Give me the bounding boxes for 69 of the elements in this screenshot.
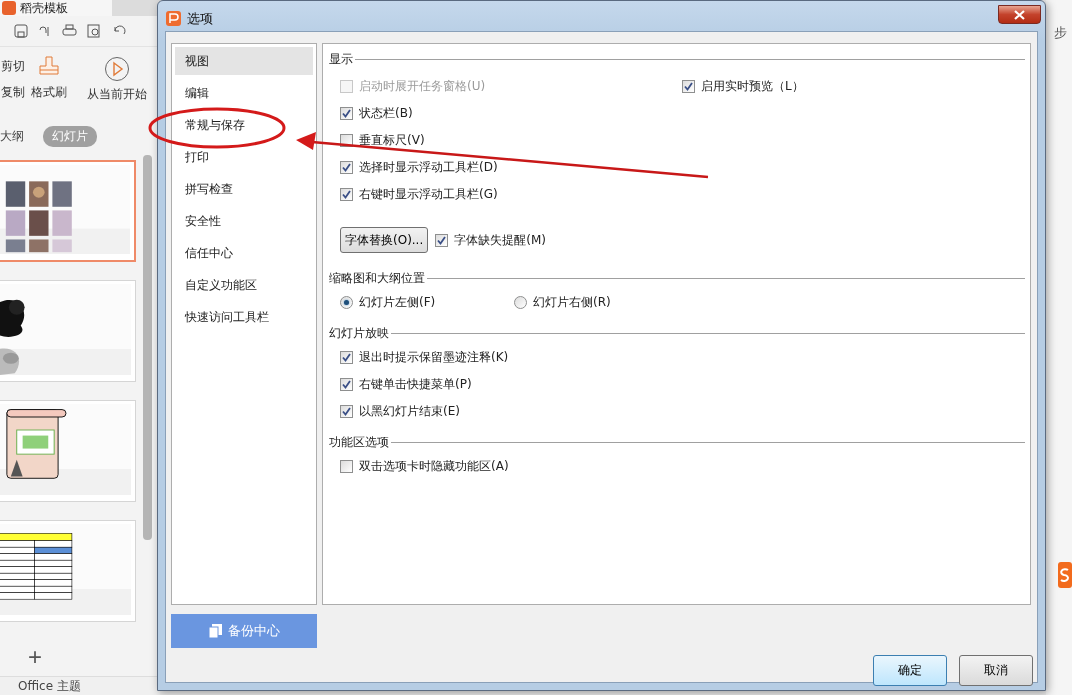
sidebar-item[interactable]: 自定义功能区 (175, 271, 313, 299)
app-logo-icon (166, 11, 181, 26)
ribbon-button[interactable]: 格式刷 (31, 56, 67, 101)
checkbox[interactable] (340, 378, 353, 391)
input-method-icon[interactable] (1058, 562, 1072, 588)
sidebar-item[interactable]: 安全性 (175, 207, 313, 235)
checkbox[interactable] (340, 161, 353, 174)
play-icon (104, 56, 130, 82)
ribbon-button[interactable]: 复制 (1, 84, 25, 101)
font-replace-button[interactable]: 字体替换(O)... (340, 227, 429, 253)
section-title: 功能区选项 (329, 433, 389, 451)
slide-thumbnail[interactable] (0, 160, 136, 262)
checkbox-label: 双击选项卡时隐藏功能区(A) (359, 458, 509, 475)
radio-button[interactable] (340, 296, 353, 309)
radio-label: 幻灯片右侧(R) (533, 294, 611, 311)
view-tab[interactable]: 大纲 (0, 126, 33, 147)
add-slide-button[interactable]: + (28, 644, 42, 670)
checkmark-icon (342, 163, 351, 172)
scrollbar[interactable] (143, 155, 152, 540)
checkbox-label: 选择时显示浮动工具栏(D) (359, 159, 498, 176)
app-logo-icon (2, 1, 16, 15)
checkmark-icon (342, 380, 351, 389)
radio-button[interactable] (514, 296, 527, 309)
checkbox[interactable] (682, 80, 695, 93)
checkbox-label: 状态栏(B) (359, 105, 413, 122)
checkbox-label: 退出时提示保留墨迹注释(K) (359, 349, 509, 366)
checkbox[interactable] (435, 233, 449, 247)
sidebar-item[interactable]: 拼写检查 (175, 175, 313, 203)
checkbox[interactable] (340, 107, 353, 120)
sidebar-item[interactable]: 快速访问工具栏 (175, 303, 313, 331)
checkbox-label: 字体缺失提醒(M) (454, 231, 546, 249)
dialog-button[interactable]: 确定 (873, 655, 947, 686)
preview-icon[interactable] (87, 24, 101, 38)
checkbox[interactable] (340, 405, 353, 418)
checkbox[interactable] (340, 188, 353, 201)
checkmark-icon (437, 235, 447, 245)
checkbox-label: 右键单击快捷菜单(P) (359, 376, 472, 393)
checkbox-label: 右键时显示浮动工具栏(G) (359, 186, 498, 203)
window-title: 选项 (187, 9, 213, 28)
sidebar-item[interactable]: 视图 (175, 47, 313, 75)
sidebar-item[interactable]: 常规与保存 (175, 111, 313, 139)
checkbox[interactable] (340, 351, 353, 364)
status-text: Office 主题 (18, 679, 81, 693)
print-icon[interactable] (62, 24, 77, 38)
sidebar-item[interactable]: 打印 (175, 143, 313, 171)
checkmark-icon (342, 353, 351, 362)
checkbox-label: 垂直标尺(V) (359, 132, 425, 149)
close-button[interactable] (998, 5, 1041, 24)
checkbox-label: 启动时展开任务窗格(U) (359, 78, 486, 95)
checkmark-icon (342, 407, 351, 416)
checkbox-label: 启用实时预览（L） (701, 78, 804, 95)
ribbon-label: 步 (1054, 24, 1067, 42)
checkbox-label: 以黑幻灯片结束(E) (359, 403, 460, 420)
document-icon (208, 624, 222, 638)
checkmark-icon (342, 109, 351, 118)
ribbon-button[interactable]: 剪切 (1, 58, 25, 75)
section-title: 显示 (329, 50, 353, 68)
radio-label: 幻灯片左侧(F) (359, 294, 436, 311)
dialog-button[interactable]: 取消 (959, 655, 1033, 686)
section-title: 缩略图和大纲位置 (329, 269, 425, 287)
section-title: 幻灯片放映 (329, 324, 389, 342)
checkmark-icon (684, 82, 693, 91)
sidebar-item[interactable]: 编辑 (175, 79, 313, 107)
save-icon[interactable] (14, 24, 28, 38)
ribbon-button[interactable]: 从当前开始 (87, 56, 147, 103)
checkbox[interactable] (340, 460, 353, 473)
sidebar-item[interactable]: 信任中心 (175, 239, 313, 267)
checkmark-icon (342, 190, 351, 199)
close-icon (1014, 9, 1025, 20)
